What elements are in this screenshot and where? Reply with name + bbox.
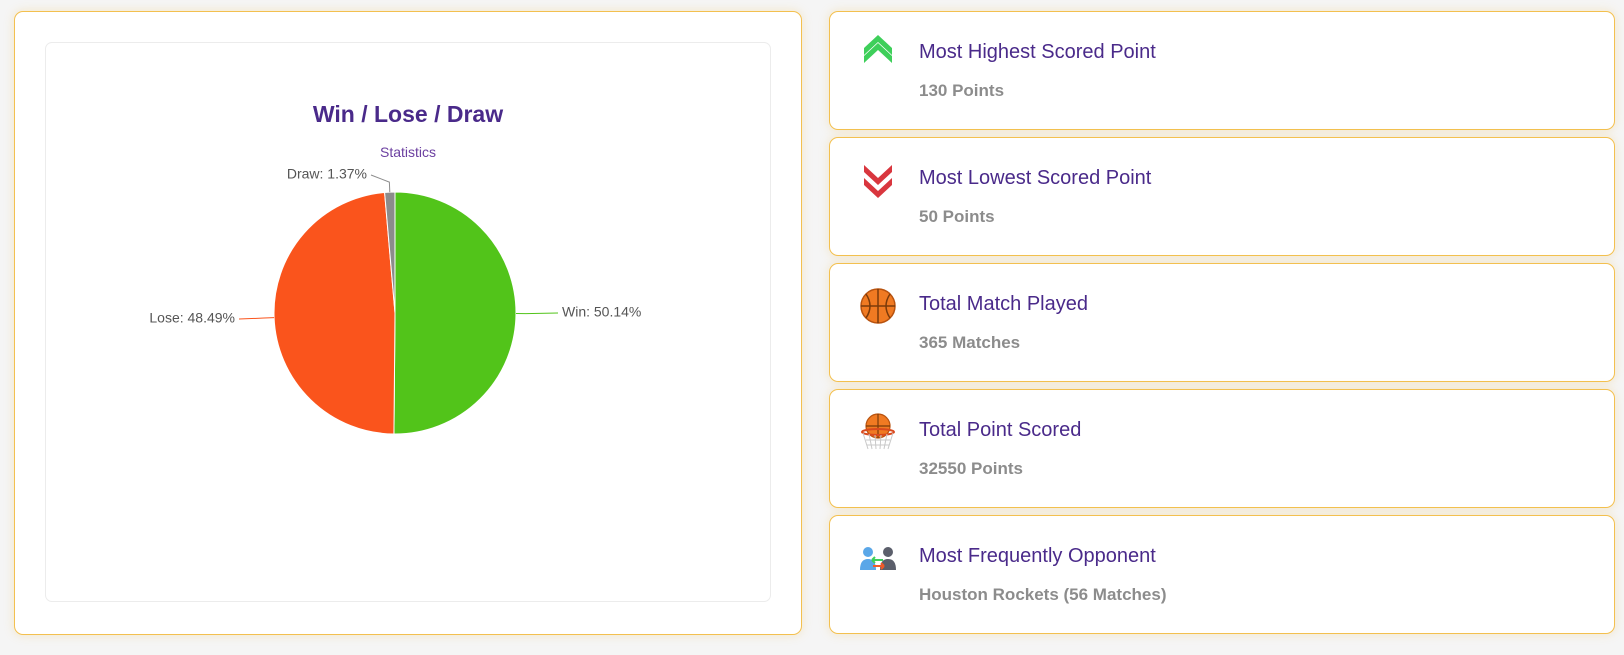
pie-label-line-lose bbox=[238, 317, 275, 320]
pie-label-win: Win: 50.14% bbox=[562, 304, 641, 320]
pie-label-line-win bbox=[515, 312, 559, 315]
pie-chart-card: Win / Lose / Draw Statistics Win: 50.14%… bbox=[45, 42, 771, 602]
pie-slice-win[interactable] bbox=[393, 191, 517, 435]
stat-title: Total Point Scored bbox=[919, 419, 1082, 441]
stat-value: 130 Points bbox=[919, 81, 1005, 100]
chart-panel: Win / Lose / Draw Statistics Win: 50.14%… bbox=[14, 11, 802, 635]
stat-card-points-scored: Total Point Scored 32550 Points bbox=[829, 389, 1615, 508]
stat-value: Houston Rockets (56 Matches) bbox=[919, 585, 1167, 604]
stat-card-lowest-score: Most Lowest Scored Point 50 Points bbox=[829, 137, 1615, 256]
stat-title: Total Match Played bbox=[919, 293, 1088, 315]
pie-label-line-draw bbox=[370, 174, 391, 193]
stat-value: 50 Points bbox=[919, 207, 995, 226]
stat-card-matches-played: Total Match Played 365 Matches bbox=[829, 263, 1615, 382]
stat-card-frequent-opponent: Most Frequently Opponent Houston Rockets… bbox=[829, 515, 1615, 634]
pie-slice-lose[interactable] bbox=[273, 191, 396, 435]
basketball-icon bbox=[858, 286, 898, 326]
double-chevron-down-icon bbox=[858, 160, 898, 200]
basketball-hoop-icon bbox=[858, 412, 898, 452]
stat-title: Most Highest Scored Point bbox=[919, 41, 1156, 63]
stat-value: 365 Matches bbox=[919, 333, 1021, 352]
stat-title: Most Lowest Scored Point bbox=[919, 167, 1152, 189]
stat-card-highest-score: Most Highest Scored Point 130 Points bbox=[829, 11, 1615, 130]
stat-title: Most Frequently Opponent bbox=[919, 545, 1156, 567]
pie-chart: Win: 50.14% Lose: 48.49% Draw: 1.37% bbox=[149, 166, 641, 435]
double-chevron-up-icon bbox=[858, 34, 898, 74]
opponents-icon bbox=[858, 538, 898, 578]
stat-value: 32550 Points bbox=[919, 459, 1023, 478]
pie-label-draw: Draw: 1.37% bbox=[287, 166, 367, 182]
pie-label-lose: Lose: 48.49% bbox=[149, 310, 235, 326]
